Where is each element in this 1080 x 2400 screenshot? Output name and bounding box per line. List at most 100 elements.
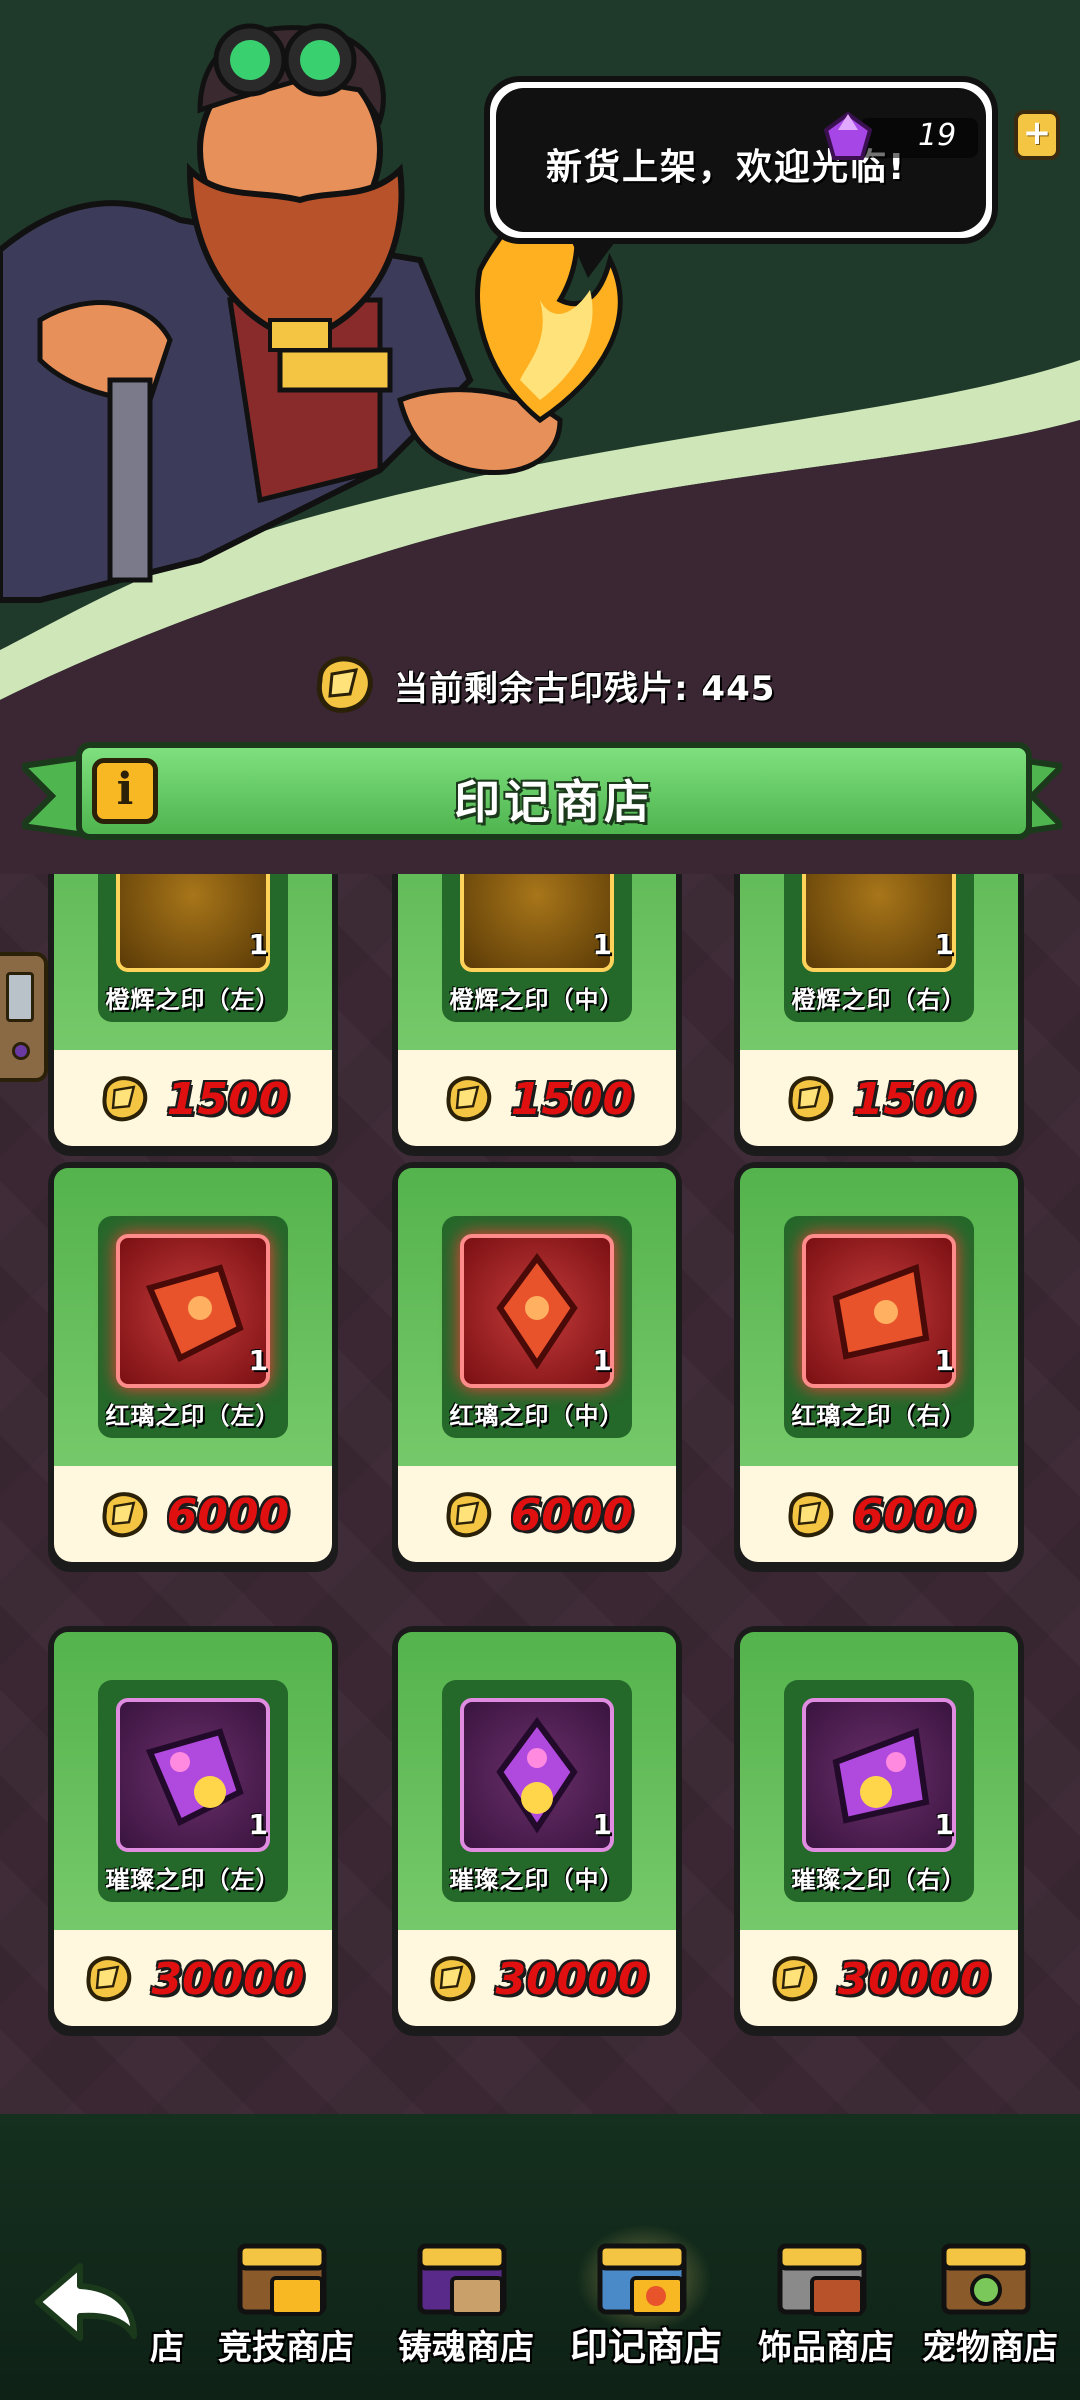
red-seal-middle-icon — [460, 1234, 614, 1388]
shop-item-card[interactable]: 1 璀璨之印（中） 30000 — [392, 1626, 682, 2036]
gem-count: 19 — [918, 118, 957, 153]
gold-fragment-icon — [788, 1492, 833, 1538]
orange-seal-right-icon — [802, 874, 956, 972]
item-quantity: 1 — [592, 1808, 612, 1841]
gem-counter: 19 — [820, 110, 1020, 164]
banner-body: 印记商店 — [76, 742, 1032, 840]
fragment-counter: 当前剩余古印残片: 445 — [310, 650, 775, 720]
item-frame: 1 橙辉之印（左） — [98, 874, 288, 1022]
gold-fragment-icon — [772, 1956, 818, 2002]
nav-label: 竞技商店 — [218, 2328, 354, 2368]
shop-item-card[interactable]: 1 红璃之印（中） 6000 — [392, 1162, 682, 1572]
gold-fragment-icon — [86, 1956, 132, 2002]
nav-label: 铸魂商店 — [398, 2328, 534, 2368]
soul-chest-icon — [417, 2243, 507, 2316]
tab-seal-shop[interactable]: 印记商店 — [556, 2224, 736, 2374]
item-frame: 1 橙辉之印（中） — [442, 874, 632, 1022]
accessory-chest-icon — [777, 2243, 867, 2316]
card-top: 1 红璃之印（左） — [54, 1168, 332, 1466]
item-price: 30000 — [837, 1953, 991, 2005]
brilliant-seal-middle-icon — [460, 1698, 614, 1852]
item-price: 30000 — [151, 1953, 305, 2005]
add-gems-button[interactable]: + — [1014, 110, 1060, 160]
item-name: 橙辉之印（左） — [105, 986, 281, 1014]
item-frame: 1 璀璨之印（右） — [784, 1680, 974, 1902]
item-quantity: 1 — [934, 928, 954, 961]
item-price: 1500 — [852, 1073, 976, 1125]
card-top: 1 璀璨之印（中） — [398, 1632, 676, 1930]
item-name: 璀璨之印（左） — [105, 1866, 281, 1894]
fragment-count-label: 当前剩余古印残片: 445 — [394, 668, 776, 709]
tab-soul-forge-shop[interactable]: 铸魂商店 — [376, 2224, 556, 2374]
pet-chest-icon — [941, 2243, 1031, 2315]
shop-item-card[interactable]: 1 璀璨之印（右） 30000 — [734, 1626, 1024, 2036]
gold-fragment-icon — [102, 1076, 147, 1122]
shop-item-card[interactable]: 1 橙辉之印（中） 1500 — [392, 874, 682, 1156]
item-name: 红璃之印（左） — [105, 1402, 281, 1430]
tab-arena-shop[interactable]: 竞技商店 — [196, 2224, 376, 2374]
item-frame: 1 璀璨之印（左） — [98, 1680, 288, 1902]
item-name: 橙辉之印（右） — [791, 986, 967, 1014]
shop-item-card[interactable]: 1 橙辉之印（左） 1500 — [48, 874, 338, 1156]
nav-label: 宠物商店 — [922, 2328, 1058, 2368]
price-row: 1500 — [48, 1064, 338, 1134]
item-name: 璀璨之印（右） — [791, 1866, 967, 1894]
item-price: 6000 — [510, 1489, 634, 1541]
price-row: 6000 — [48, 1480, 338, 1550]
shop-item-card[interactable]: 1 橙辉之印（右） 1500 — [734, 874, 1024, 1156]
item-frame: 1 橙辉之印（右） — [784, 874, 974, 1022]
price-row: 1500 — [392, 1064, 682, 1134]
item-name: 橙辉之印（中） — [449, 986, 625, 1014]
handheld-console-button[interactable] — [0, 952, 48, 1082]
item-name: 璀璨之印（中） — [449, 1866, 625, 1894]
card-top: 1 红璃之印（中） — [398, 1168, 676, 1466]
item-name: 红璃之印（中） — [449, 1402, 625, 1430]
item-price: 6000 — [166, 1489, 290, 1541]
orange-seal-middle-icon — [460, 874, 614, 972]
item-frame: 1 红璃之印（中） — [442, 1216, 632, 1438]
gold-fragment-icon — [316, 656, 373, 713]
item-frame: 1 红璃之印（左） — [98, 1216, 288, 1438]
item-quantity: 1 — [934, 1344, 954, 1377]
shopkeeper-scene: 新货上架，欢迎光临! 19 + — [0, 0, 1080, 700]
card-top: 1 橙辉之印（中） — [398, 874, 676, 1050]
seal-chest-icon — [597, 2243, 687, 2316]
info-button[interactable]: i — [92, 758, 158, 824]
nav-item-partial[interactable]: 店 — [90, 2224, 190, 2374]
shop-item-card[interactable]: 1 红璃之印（右） 6000 — [734, 1162, 1024, 1572]
item-price: 1500 — [166, 1073, 290, 1125]
item-price: 1500 — [510, 1073, 634, 1125]
red-seal-right-icon — [802, 1234, 956, 1388]
console-screen-icon — [6, 972, 34, 1022]
item-price: 6000 — [852, 1489, 976, 1541]
card-top: 1 璀璨之印（右） — [740, 1632, 1018, 1930]
price-row: 6000 — [734, 1480, 1024, 1550]
item-price: 30000 — [495, 1953, 649, 2005]
price-row: 1500 — [734, 1064, 1024, 1134]
bottom-shop-nav: 店 竞技商店 铸魂商店 印记商店 饰品商店 宠物商店 — [0, 2114, 1080, 2400]
gold-fragment-icon — [430, 1956, 476, 2002]
shop-item-card[interactable]: 1 璀璨之印（左） 30000 — [48, 1626, 338, 2036]
card-top: 1 橙辉之印（左） — [54, 874, 332, 1050]
shop-item-card[interactable]: 1 红璃之印（左） 6000 — [48, 1162, 338, 1572]
tab-accessory-shop[interactable]: 饰品商店 — [736, 2224, 916, 2374]
shop-grid[interactable]: 1 橙辉之印（左） 1500 1 橙辉之印（中） 1500 1 橙辉之印（右） … — [0, 874, 1080, 2114]
card-top: 1 橙辉之印（右） — [740, 874, 1018, 1050]
item-quantity: 1 — [248, 1808, 268, 1841]
red-seal-left-icon — [116, 1234, 270, 1388]
price-row: 30000 — [392, 1944, 682, 2014]
gold-fragment-icon — [446, 1076, 491, 1122]
item-quantity: 1 — [592, 1344, 612, 1377]
item-quantity: 1 — [592, 928, 612, 961]
console-button-icon — [12, 1042, 30, 1060]
price-row: 30000 — [734, 1944, 1024, 2014]
orange-seal-left-icon — [116, 874, 270, 972]
item-frame: 1 红璃之印（右） — [784, 1216, 974, 1438]
item-quantity: 1 — [248, 928, 268, 961]
item-quantity: 1 — [248, 1344, 268, 1377]
card-top: 1 璀璨之印（左） — [54, 1632, 332, 1930]
price-row: 30000 — [48, 1944, 338, 2014]
tab-pet-shop[interactable]: 宠物商店 — [900, 2224, 1080, 2374]
item-frame: 1 璀璨之印（中） — [442, 1680, 632, 1902]
gold-fragment-icon — [446, 1492, 491, 1538]
